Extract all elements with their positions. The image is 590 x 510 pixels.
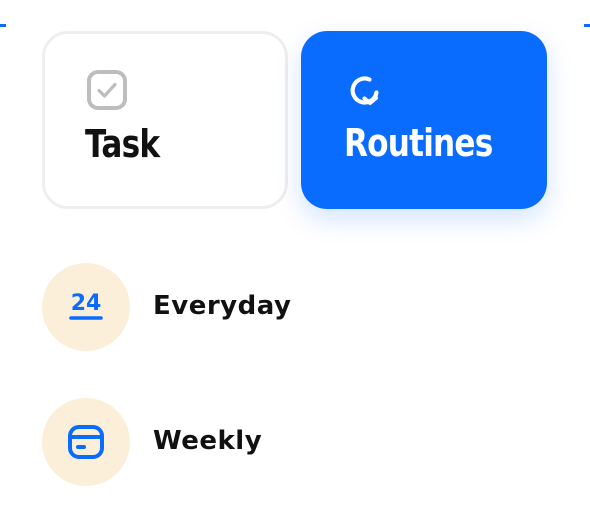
calendar-24-icon: 24 xyxy=(69,291,103,320)
weekly-label: Weekly xyxy=(153,426,263,456)
weekly-icon-circle xyxy=(42,398,130,486)
everyday-label: Everyday xyxy=(153,291,292,321)
everyday-icon-circle: 24 xyxy=(42,263,130,351)
routines-type-card[interactable]: Routines xyxy=(301,31,547,209)
refresh-icon xyxy=(350,76,379,105)
edge-marker-left xyxy=(0,24,6,27)
routines-card-label: Routines xyxy=(344,121,493,165)
calendar-24-number: 24 xyxy=(71,291,102,316)
task-type-card[interactable]: Task xyxy=(42,31,288,209)
calendar-icon xyxy=(68,425,104,459)
checkbox-icon xyxy=(87,70,127,110)
everyday-option[interactable]: 24 Everyday xyxy=(42,263,542,351)
edge-marker-right xyxy=(584,24,590,27)
task-card-label: Task xyxy=(85,122,160,166)
weekly-option[interactable]: Weekly xyxy=(42,398,542,486)
